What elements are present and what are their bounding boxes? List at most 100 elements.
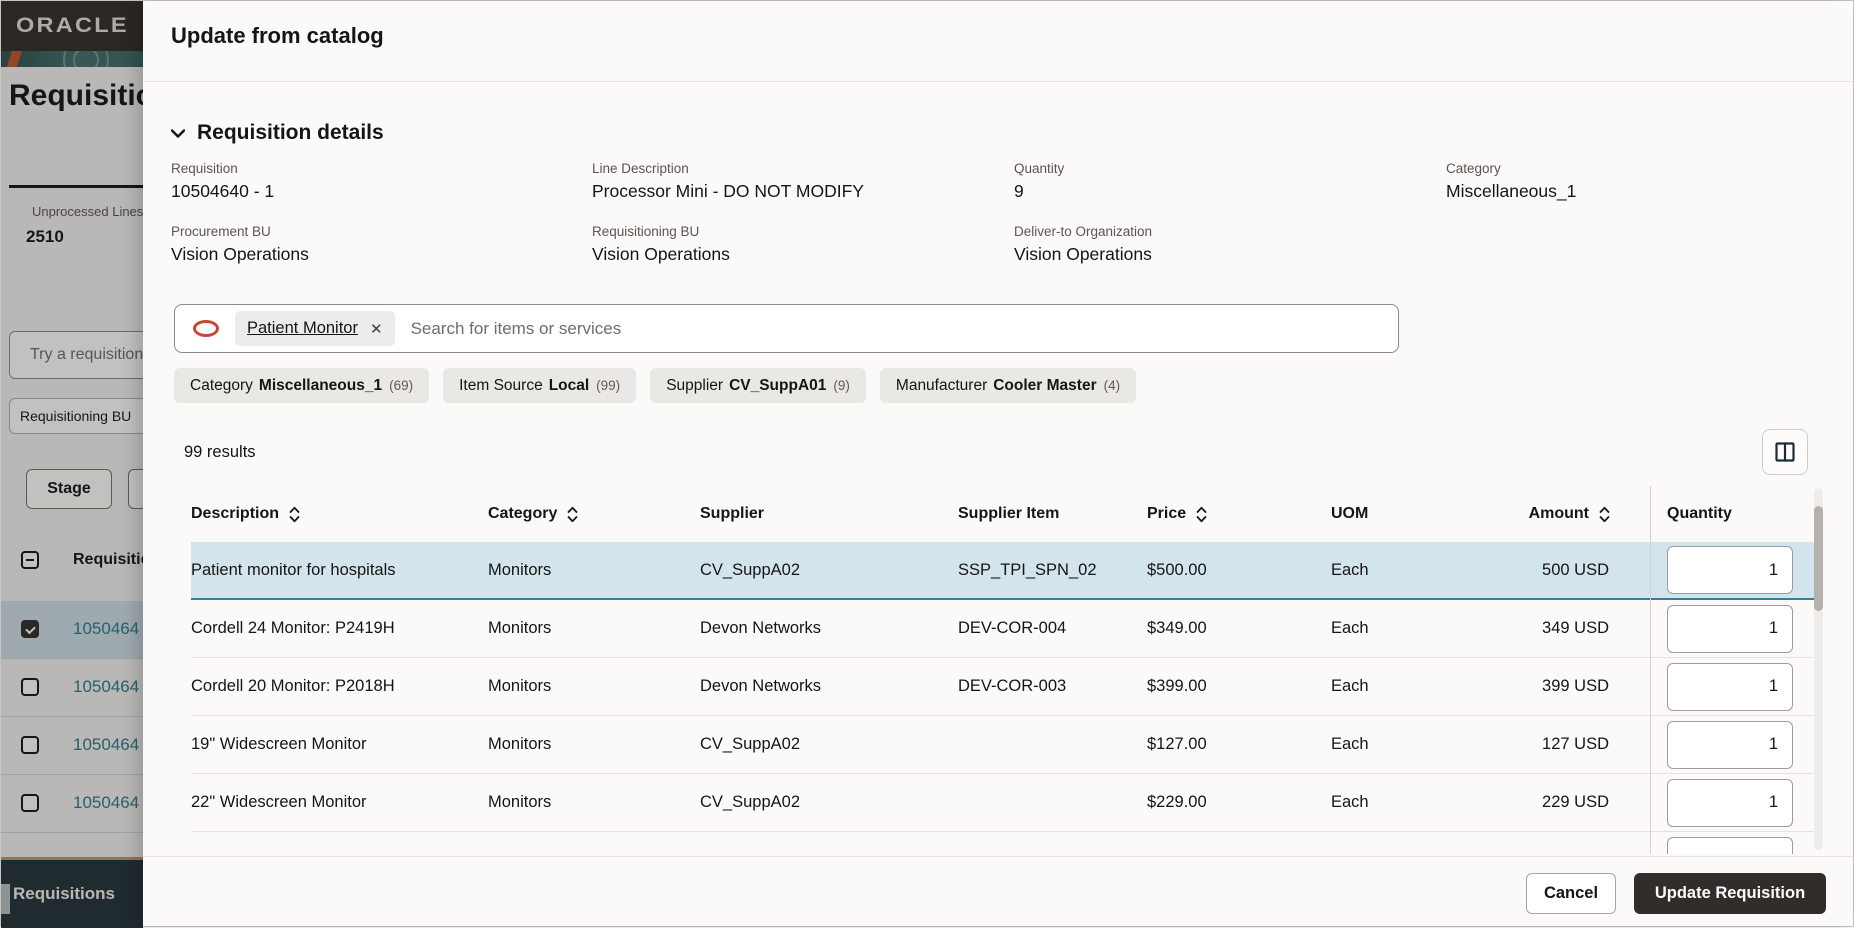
cell-supplier: CV_SuppA02 xyxy=(700,561,958,580)
field-value: Vision Operations xyxy=(171,244,592,265)
modal-footer: Cancel Update Requisition xyxy=(1526,873,1826,914)
modal-scrim xyxy=(1,1,143,928)
quantity-input[interactable] xyxy=(1667,837,1793,855)
filter-chip[interactable]: Category Miscellaneous_1 (69) xyxy=(174,368,429,403)
table-row[interactable]: Patient monitor for hospitals Monitors C… xyxy=(191,542,1815,600)
close-icon[interactable]: ✕ xyxy=(370,320,383,338)
field-value: 9 xyxy=(1014,181,1446,202)
table-header-row: Description Category Supplier Supplier I… xyxy=(191,486,1815,542)
filter-value: Local xyxy=(549,377,589,395)
cell-quantity xyxy=(1650,832,1815,854)
table-row[interactable]: Cordell 24 Monitor: P2419H Monitors Devo… xyxy=(191,600,1815,658)
column-header[interactable]: UOM xyxy=(1331,505,1496,523)
detail-field: Deliver-to Organization Vision Operation… xyxy=(1014,224,1446,265)
filter-chip-row: Category Miscellaneous_1 (69) Item Sourc… xyxy=(174,368,1136,403)
quantity-input[interactable] xyxy=(1667,663,1793,711)
field-label: Requisition xyxy=(171,161,592,176)
table-row[interactable]: 22" Widescreen Monitor Monitors CV_SuppA… xyxy=(191,774,1815,832)
requisitions-page-background: ORACLE Requisitions Unprocessed Lines 25… xyxy=(1,1,143,928)
field-value: Miscellaneous_1 xyxy=(1446,181,1833,202)
catalog-table-body: Patient monitor for hospitals Monitors C… xyxy=(191,542,1815,854)
cancel-button[interactable]: Cancel xyxy=(1526,873,1616,914)
table-scrollbar[interactable] xyxy=(1814,488,1823,850)
sort-icon[interactable] xyxy=(289,506,300,523)
column-header[interactable]: Supplier Item xyxy=(958,505,1147,523)
cell-category: Monitors xyxy=(488,735,700,754)
sort-icon[interactable] xyxy=(1599,506,1610,523)
filter-count: (9) xyxy=(833,378,850,393)
filter-chip[interactable]: Manufacturer Cooler Master (4) xyxy=(880,368,1136,403)
sort-icon[interactable] xyxy=(1196,506,1207,523)
field-label: Requisitioning BU xyxy=(592,224,1014,239)
modal-title: Update from catalog xyxy=(171,23,384,49)
column-header-label: Quantity xyxy=(1667,505,1732,523)
column-header[interactable]: Amount xyxy=(1496,505,1650,523)
cell-uom: Each xyxy=(1331,735,1496,754)
requisition-details-section[interactable]: Requisition details xyxy=(171,121,384,145)
split-view-toggle-button[interactable] xyxy=(1762,429,1808,475)
update-requisition-button[interactable]: Update Requisition xyxy=(1634,873,1826,914)
quantity-input[interactable] xyxy=(1667,721,1793,769)
cell-supplier: Devon Networks xyxy=(700,677,958,696)
filter-chip[interactable]: Item Source Local (99) xyxy=(443,368,636,403)
cell-supplier-item: DEV-COR-004 xyxy=(958,619,1147,638)
search-term-chip[interactable]: Patient Monitor ✕ xyxy=(235,311,395,346)
cell-quantity xyxy=(1650,658,1815,715)
column-header[interactable]: Price xyxy=(1147,505,1331,523)
filter-chip[interactable]: Supplier CV_SuppA01 (9) xyxy=(650,368,866,403)
column-header-label: UOM xyxy=(1331,505,1368,523)
catalog-search-input[interactable] xyxy=(411,319,1398,339)
filter-count: (69) xyxy=(389,378,413,393)
cell-uom: Each xyxy=(1331,793,1496,812)
frozen-column-divider xyxy=(1650,486,1651,854)
cell-quantity xyxy=(1650,716,1815,773)
field-label: Line Description xyxy=(592,161,1014,176)
field-value: Processor Mini - DO NOT MODIFY xyxy=(592,181,1014,202)
cell-uom: Each xyxy=(1331,619,1496,638)
field-value: 10504640 - 1 xyxy=(171,181,592,202)
field-label: Quantity xyxy=(1014,161,1446,176)
cell-category: Monitors xyxy=(488,793,700,812)
requisition-details-fields: Requisition 10504640 - 1 Line Descriptio… xyxy=(171,161,1833,265)
table-row[interactable]: Cordell 20 Monitor: P2018H Monitors Devo… xyxy=(191,658,1815,716)
quantity-input[interactable] xyxy=(1667,779,1793,827)
column-header[interactable]: Quantity xyxy=(1650,505,1815,523)
columns-layout-icon xyxy=(1775,442,1795,462)
column-header-label: Category xyxy=(488,505,557,523)
table-row-partial[interactable] xyxy=(191,832,1815,854)
sort-icon[interactable] xyxy=(567,506,578,523)
cell-description: Patient monitor for hospitals xyxy=(191,561,488,580)
column-header[interactable]: Supplier xyxy=(700,505,958,523)
cell-amount: 399 USD xyxy=(1496,677,1650,696)
cell-quantity xyxy=(1650,542,1815,598)
column-header[interactable]: Category xyxy=(488,505,700,523)
cell-quantity xyxy=(1650,774,1815,831)
filter-count: (4) xyxy=(1104,378,1121,393)
cell-supplier: CV_SuppA02 xyxy=(700,735,958,754)
cell-supplier: CV_SuppA02 xyxy=(700,793,958,812)
cell-price: $229.00 xyxy=(1147,793,1331,812)
cell-amount: 500 USD xyxy=(1496,561,1650,580)
scrollbar-thumb[interactable] xyxy=(1814,506,1823,611)
quantity-input[interactable] xyxy=(1667,605,1793,653)
cell-category: Monitors xyxy=(488,677,700,696)
catalog-results-table: Description Category Supplier Supplier I… xyxy=(191,486,1815,854)
cell-category: Monitors xyxy=(488,619,700,638)
column-header[interactable]: Description xyxy=(191,505,488,523)
cell-amount: 127 USD xyxy=(1496,735,1650,754)
column-header-label: Price xyxy=(1147,505,1186,523)
results-count: 99 results xyxy=(184,443,256,462)
filter-label: Manufacturer xyxy=(896,377,987,395)
field-value: Vision Operations xyxy=(592,244,1014,265)
cell-supplier-item: DEV-COR-003 xyxy=(958,677,1147,696)
cell-price: $127.00 xyxy=(1147,735,1331,754)
filter-count: (99) xyxy=(596,378,620,393)
field-label: Deliver-to Organization xyxy=(1014,224,1446,239)
catalog-search-bar[interactable]: Patient Monitor ✕ xyxy=(174,304,1399,353)
filter-label: Item Source xyxy=(459,377,543,395)
cell-description: 19" Widescreen Monitor xyxy=(191,735,488,754)
cell-supplier-item: SSP_TPI_SPN_02 xyxy=(958,561,1147,580)
quantity-input[interactable] xyxy=(1667,546,1793,594)
cell-category: Monitors xyxy=(488,561,700,580)
table-row[interactable]: 19" Widescreen Monitor Monitors CV_SuppA… xyxy=(191,716,1815,774)
